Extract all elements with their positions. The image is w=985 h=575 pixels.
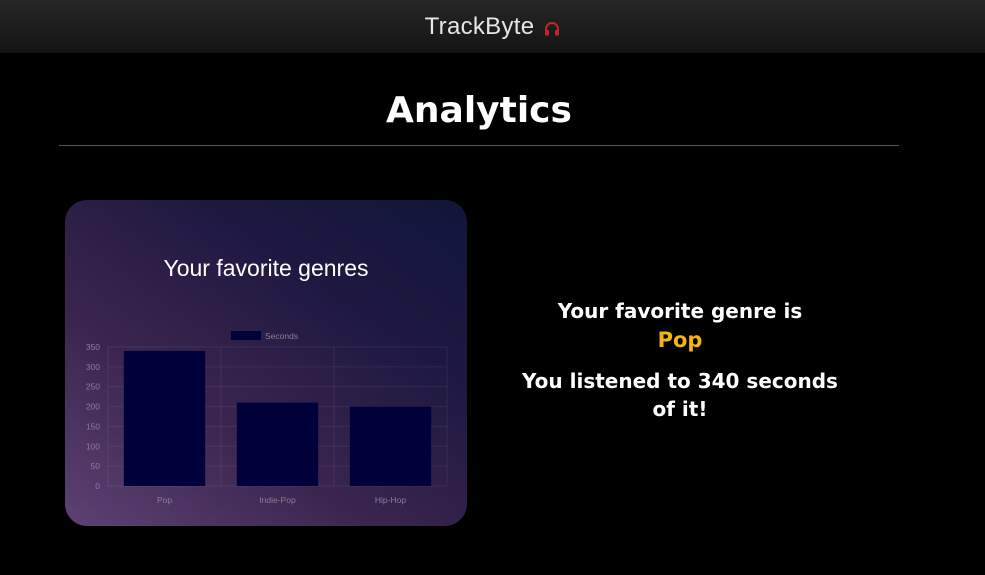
favorite-genre-value: Pop	[657, 328, 703, 352]
legend-label: Seconds	[265, 331, 298, 341]
y-tick-label: 350	[86, 342, 100, 352]
y-tick-label: 0	[95, 481, 100, 491]
listened-seconds-text: You listened to 340 seconds of it!	[522, 369, 838, 421]
bar-hip-hop	[349, 406, 432, 486]
x-tick-label: Hip-Hop	[375, 495, 406, 505]
bar-pop	[123, 350, 206, 486]
page-title: Analytics	[386, 90, 572, 131]
genres-card: Your favorite genres 0 50 100 150 200 250 300 3…	[65, 200, 467, 526]
favorite-genre-label: Your favorite genre is	[557, 299, 803, 323]
x-tick-label: Pop	[157, 495, 172, 505]
x-tick-label: Indie-Pop	[259, 495, 296, 505]
brand-name: TrackByte	[424, 12, 535, 40]
top-navbar: TrackByte	[0, 0, 985, 53]
headphones-icon	[545, 22, 560, 36]
title-divider	[59, 145, 899, 146]
y-tick-label: 100	[86, 441, 100, 451]
y-tick-label: 200	[86, 402, 100, 412]
brand[interactable]: TrackByte	[425, 13, 561, 41]
favorite-summary: Your favorite genre is Pop You listened …	[500, 297, 860, 423]
y-tick-label: 250	[86, 382, 100, 392]
genre-bar-chart: 0 50 100 150 200 250 300 350 Pop Indie-Pop Hip-Hop…	[86, 331, 448, 505]
legend-swatch	[231, 331, 261, 340]
bar-indie-pop	[236, 402, 319, 486]
y-tick-label: 50	[91, 461, 101, 471]
y-tick-label: 300	[86, 362, 100, 372]
y-tick-label: 150	[86, 421, 100, 431]
